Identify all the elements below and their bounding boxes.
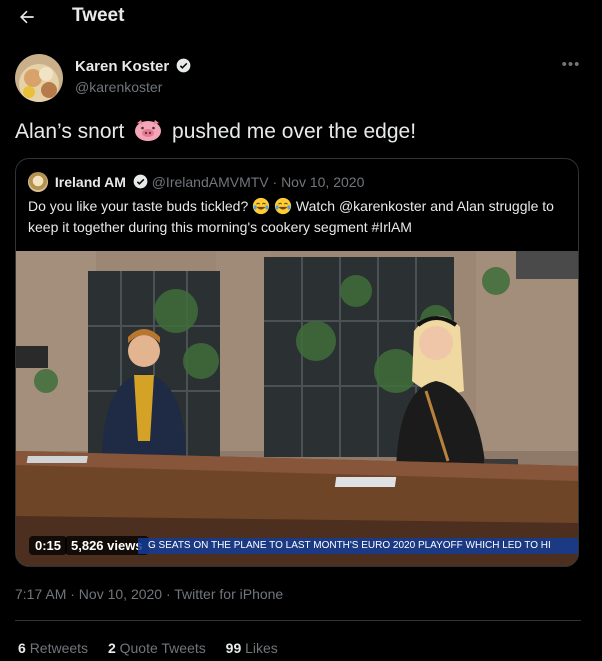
tears-of-joy-emoji-icon (274, 197, 292, 215)
quoted-text-part1: Do you like your taste buds tickled? (28, 198, 249, 214)
back-button[interactable] (14, 4, 40, 30)
likes-count: 99 (225, 640, 242, 656)
verified-badge-icon (177, 58, 191, 73)
quoted-tweet-header: Ireland AM @IrelandAMVMTV · Nov 10, 2020 (28, 172, 364, 192)
quote-tweets-count: 2 (107, 640, 116, 656)
quoted-avatar (28, 172, 48, 192)
retweets-count: 6 (18, 640, 26, 656)
retweets-stat[interactable]: 6 Retweets (18, 640, 88, 656)
quoted-tweet[interactable]: Ireland AM @IrelandAMVMTV · Nov 10, 2020… (15, 158, 579, 567)
tweet-text-part1: Alan’s snort (15, 120, 125, 143)
news-ticker: G SEATS ON THE PLANE TO LAST MONTH'S EUR… (138, 538, 578, 554)
tweet-text: Alan’s snort pushed me over the edge! (15, 118, 416, 146)
tweet-author: Karen Koster @karenkoster ••• (15, 54, 587, 104)
video-thumbnail (16, 251, 578, 566)
tears-of-joy-emoji-icon (253, 197, 270, 215)
more-options-button[interactable]: ••• (559, 56, 583, 76)
author-name-text: Karen Koster (75, 58, 170, 75)
pig-face-emoji-icon (135, 120, 162, 141)
quoted-author-name: Ireland AM (54, 174, 126, 190)
video-duration: 0:15 (29, 536, 68, 555)
more-dots-icon: ••• (561, 56, 581, 73)
quoted-text: Do you like your taste buds tickled? Wat… (28, 196, 568, 238)
engagement-stats: 6 Retweets 2 Quote Tweets 99 Likes (18, 640, 294, 656)
likes-stat[interactable]: 99 Likes (226, 640, 278, 656)
quote-tweets-label: Quote Tweets (119, 640, 206, 656)
quote-tweets-stat[interactable]: 2 Quote Tweets (108, 640, 206, 656)
arrow-left-icon (20, 10, 34, 24)
retweets-label: Retweets (29, 640, 89, 656)
likes-label: Likes (245, 640, 278, 656)
avatar[interactable] (15, 54, 63, 102)
tweet-timestamp[interactable]: 7:17 AM · Nov 10, 2020 · Twitter for iPh… (15, 586, 283, 602)
author-name[interactable]: Karen Koster (75, 58, 191, 75)
video-views: 5,826 views (65, 536, 149, 555)
author-handle[interactable]: @karenkoster (75, 79, 162, 95)
top-bar: Tweet (0, 0, 602, 34)
tweet-text-part2: pushed me over the edge! (172, 120, 417, 143)
divider (15, 620, 581, 621)
quoted-meta: @IrelandAMVMTV · Nov 10, 2020 (151, 174, 365, 190)
page-title: Tweet (72, 5, 125, 26)
verified-badge-icon (133, 174, 148, 189)
video-player[interactable]: 0:15 5,826 views G SEATS ON THE PLANE TO… (16, 251, 578, 566)
